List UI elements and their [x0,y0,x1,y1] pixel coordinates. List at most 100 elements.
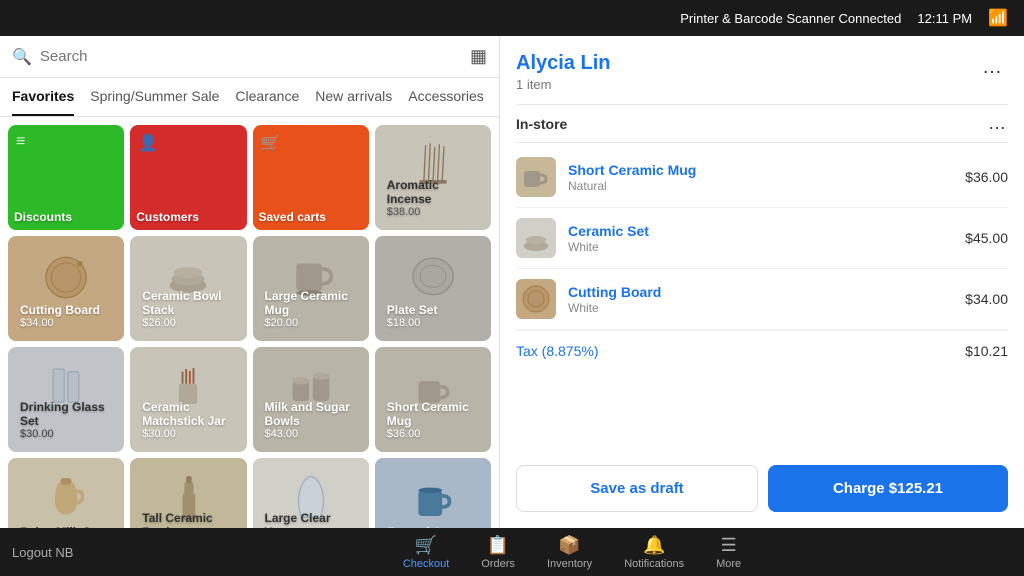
tab-spring-summer[interactable]: Spring/Summer Sale [90,78,219,116]
bottom-nav: Logout NB 🛒 Checkout 📋 Orders 📦 Inventor… [0,528,1024,576]
product-discounts[interactable]: ≡ Discounts [8,125,124,230]
item-info: Ceramic Set White [568,223,965,254]
product-name: Cutting Board [20,303,112,317]
item-thumbnail [516,157,556,197]
product-name: Ceramic Bowl Stack [142,289,234,317]
product-saved-carts[interactable]: 🛒 Saved carts [253,125,369,230]
product-name: Customers [136,210,199,224]
product-ceramic-bowl-stack[interactable]: Ceramic Bowl Stack $26.00 [130,236,246,341]
product-price: $34.00 [20,317,112,329]
customer-header: Alycia Lin 1 item … [516,52,1008,92]
products-grid: ≡ Discounts 👤 Customers 🛒 [0,117,499,528]
product-milk-sugar-bowls[interactable]: Milk and Sugar Bowls $43.00 [253,347,369,452]
nav-orders[interactable]: 📋 Orders [481,535,515,570]
section-title: In-store [516,116,567,132]
product-price: $30.00 [142,428,234,440]
product-price: $38.00 [387,206,479,218]
section-more-button[interactable]: … [988,113,1008,134]
tab-bar: Favorites Spring/Summer Sale Clearance N… [0,78,499,117]
item-info: Cutting Board White [568,284,965,315]
tab-clearance[interactable]: Clearance [235,78,299,116]
orders-icon: 📋 [487,535,509,556]
product-aromatic-incense[interactable]: Aromatic Incense $38.00 [375,125,491,230]
status-bar: Printer & Barcode Scanner Connected 12:1… [0,0,1024,36]
product-large-clear-vase[interactable]: Large Clear Vase $50.00 [253,458,369,528]
product-name: Tall Ceramic Bottle [142,511,234,528]
product-tall-ceramic-bottle[interactable]: Tall Ceramic Bottle $15.00 [130,458,246,528]
nav-items: 🛒 Checkout 📋 Orders 📦 Inventory 🔔 Notifi… [132,535,1012,570]
clock: 12:11 PM [917,11,972,26]
order-item[interactable]: Short Ceramic Mug Natural $36.00 [516,147,1008,208]
product-short-ceramic-mug-grid[interactable]: Short Ceramic Mug $36.00 [375,347,491,452]
item-name[interactable]: Short Ceramic Mug [568,162,965,178]
tab-accessories[interactable]: Accessories [408,78,483,116]
product-enamel-cup[interactable]: Enamel Cup $10.00 [375,458,491,528]
left-panel: 🔍 ▦ Favorites Spring/Summer Sale Clearan… [0,36,500,528]
main-layout: 🔍 ▦ Favorites Spring/Summer Sale Clearan… [0,36,1024,528]
logout-button[interactable]: Logout NB [12,545,132,560]
checkout-icon: 🛒 [415,535,437,556]
right-panel: Alycia Lin 1 item … In-store … Short Cer… [500,36,1024,528]
customer-more-button[interactable]: … [978,52,1008,83]
saved-carts-icon: 🛒 [261,133,281,153]
item-info: Short Ceramic Mug Natural [568,162,965,193]
order-item[interactable]: Ceramic Set White $45.00 [516,208,1008,269]
item-name[interactable]: Cutting Board [568,284,965,300]
tax-row: Tax (8.875%) $10.21 [516,330,1008,371]
product-name: Ceramic Matchstick Jar [142,400,234,428]
search-input[interactable] [40,48,462,65]
item-price: $45.00 [965,230,1008,246]
item-thumbnail [516,279,556,319]
product-name: Enamel Cup [387,525,479,528]
nav-more-label: More [716,558,741,570]
nav-orders-label: Orders [481,558,515,570]
order-item[interactable]: Cutting Board White $34.00 [516,269,1008,330]
item-price: $36.00 [965,169,1008,185]
product-name: Aromatic Incense [387,178,479,206]
connection-status: Printer & Barcode Scanner Connected [680,11,901,26]
product-customers[interactable]: 👤 Customers [130,125,246,230]
action-buttons: Save as draft Charge $125.21 [516,465,1008,512]
product-name: Saved carts [259,210,326,224]
product-beige-milk-jug[interactable]: Beige Milk Jug $48.00 [8,458,124,528]
product-plate-set[interactable]: Plate Set $18.00 [375,236,491,341]
save-draft-button[interactable]: Save as draft [516,465,758,512]
barcode-scanner-icon[interactable]: ▦ [470,46,487,67]
product-price: $36.00 [387,428,479,440]
item-thumbnail [516,218,556,258]
item-variant: White [568,301,965,315]
logout-label: Logout NB [12,545,73,560]
customers-icon: 👤 [138,133,158,153]
more-icon: ☰ [721,535,737,556]
item-variant: White [568,240,965,254]
product-name: Short Ceramic Mug [387,400,479,428]
tab-new-arrivals[interactable]: New arrivals [315,78,392,116]
product-name: Large Ceramic Mug [265,289,357,317]
tax-label: Tax (8.875%) [516,343,598,359]
nav-notifications-label: Notifications [624,558,684,570]
nav-checkout-label: Checkout [403,558,449,570]
inventory-icon: 📦 [558,535,580,556]
nav-inventory-label: Inventory [547,558,592,570]
product-drinking-glass-set[interactable]: Drinking Glass Set $30.00 [8,347,124,452]
customer-item-count: 1 item [516,77,610,92]
nav-more[interactable]: ☰ More [716,535,741,570]
nav-notifications[interactable]: 🔔 Notifications [624,535,684,570]
product-large-ceramic-mug[interactable]: Large Ceramic Mug $20.00 [253,236,369,341]
item-price: $34.00 [965,291,1008,307]
order-items-list: Short Ceramic Mug Natural $36.00 Ceramic… [516,147,1008,457]
charge-button[interactable]: Charge $125.21 [768,465,1008,512]
discounts-icon: ≡ [16,133,25,151]
product-cutting-board[interactable]: Cutting Board $34.00 [8,236,124,341]
item-name[interactable]: Ceramic Set [568,223,965,239]
product-name: Discounts [14,210,72,224]
customer-name[interactable]: Alycia Lin [516,52,610,75]
product-ceramic-matchstick-jar[interactable]: Ceramic Matchstick Jar $30.00 [130,347,246,452]
nav-inventory[interactable]: 📦 Inventory [547,535,592,570]
tab-favorites[interactable]: Favorites [12,78,74,116]
tax-amount: $10.21 [965,343,1008,359]
nav-checkout[interactable]: 🛒 Checkout [403,535,449,570]
product-price: $26.00 [142,317,234,329]
product-name: Large Clear Vase [265,511,357,528]
wifi-icon: 📶 [988,8,1008,28]
